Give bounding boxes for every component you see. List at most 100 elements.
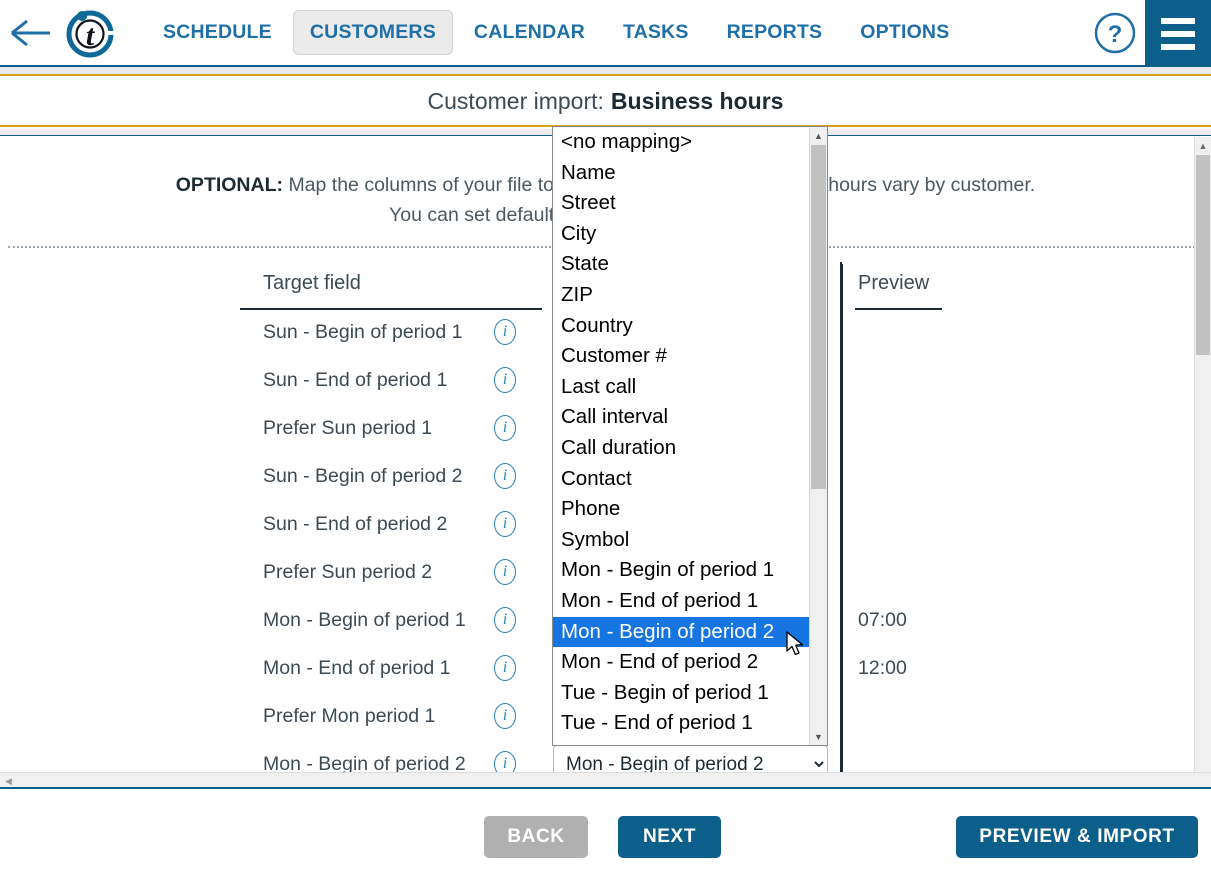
- nav-item-reports[interactable]: REPORTS: [710, 10, 840, 55]
- dropdown-option[interactable]: Contact: [553, 464, 809, 495]
- dropdown-options[interactable]: <no mapping> Name Street City State ZIP Countr…: [553, 127, 809, 745]
- nav-item-options[interactable]: OPTIONS: [843, 10, 966, 55]
- preview-header-underline: [855, 308, 942, 310]
- dropdown-option[interactable]: Last call: [553, 372, 809, 403]
- page-title: Customer import: Business hours: [0, 78, 1211, 127]
- info-icon[interactable]: i: [494, 703, 516, 729]
- info-icon[interactable]: i: [494, 511, 516, 537]
- dropdown-option[interactable]: Street: [553, 188, 809, 219]
- dropdown-option[interactable]: Name: [553, 158, 809, 189]
- preview-cell: [840, 452, 1211, 500]
- preview-cell: [840, 548, 1211, 596]
- dropdown-option[interactable]: State: [553, 249, 809, 280]
- info-icon[interactable]: i: [494, 607, 516, 633]
- dropdown-option[interactable]: Customer #: [553, 341, 809, 372]
- dropdown-scroll-thumb[interactable]: [811, 145, 826, 489]
- nav-items: SCHEDULE CUSTOMERS CALENDAR TASKS REPORT…: [146, 10, 966, 55]
- preview-header-label: Preview: [858, 272, 930, 294]
- info-icon-glyph: i: [494, 511, 516, 537]
- target-field-cell: Prefer Mon period 1 i: [0, 703, 543, 729]
- dropdown-option[interactable]: Mon - Begin of period 1: [553, 555, 809, 586]
- preview-column-rule: [841, 264, 843, 789]
- nav-item-schedule[interactable]: SCHEDULE: [146, 10, 289, 55]
- preview-cell: [840, 500, 1211, 548]
- column-header-preview: Preview: [840, 262, 1211, 310]
- target-field-label: Sun - End of period 1: [263, 368, 448, 391]
- target-field-label: Sun - Begin of period 2: [263, 464, 463, 487]
- target-field-cell: Mon - End of period 1 i: [0, 655, 543, 681]
- dropdown-scrollbar[interactable]: ▲ ▼: [809, 127, 827, 745]
- dropdown-option[interactable]: Call interval: [553, 402, 809, 433]
- target-field-cell: Prefer Sun period 1 i: [0, 415, 543, 441]
- svg-text:?: ?: [1108, 21, 1123, 48]
- preview-cell: 12:00: [840, 644, 1211, 692]
- info-icon[interactable]: i: [494, 319, 516, 345]
- top-navigation-bar: t SCHEDULE CUSTOMERS CALENDAR TASKS REPO…: [0, 0, 1211, 67]
- target-field-label: Prefer Mon period 1: [263, 704, 436, 727]
- dropdown-option[interactable]: Mon - End of period 1: [553, 586, 809, 617]
- info-icon[interactable]: i: [494, 367, 516, 393]
- page-vertical-scrollbar[interactable]: ▲ ▼: [1194, 137, 1211, 789]
- info-icon-glyph: i: [494, 367, 516, 393]
- dropdown-option[interactable]: City: [553, 219, 809, 250]
- dropdown-option[interactable]: <no mapping>: [553, 127, 809, 158]
- dropdown-scroll-up-icon[interactable]: ▲: [810, 127, 827, 144]
- page-title-main: Business hours: [610, 88, 784, 114]
- target-field-cell: Sun - End of period 2 i: [0, 511, 543, 537]
- target-field-cell: Mon - Begin of period 1 i: [0, 607, 543, 633]
- info-icon-glyph: i: [494, 655, 516, 681]
- preview-cell: 07:00: [840, 596, 1211, 644]
- dropdown-option[interactable]: Country: [553, 311, 809, 342]
- preview-cell: [840, 692, 1211, 740]
- info-icon[interactable]: i: [494, 559, 516, 585]
- next-button[interactable]: NEXT: [618, 816, 721, 858]
- target-field-cell: Prefer Sun period 2 i: [0, 559, 543, 585]
- info-icon[interactable]: i: [494, 463, 516, 489]
- target-field-label: Sun - Begin of period 1: [263, 320, 463, 343]
- page-horizontal-scrollbar[interactable]: ◀: [0, 772, 1211, 789]
- target-header-underline: [240, 308, 542, 310]
- dropdown-option[interactable]: ZIP: [553, 280, 809, 311]
- column-header-target: Target field: [0, 272, 543, 300]
- target-field-cell: Sun - Begin of period 2 i: [0, 463, 543, 489]
- footer-actions: BACK NEXT PREVIEW & IMPORT: [0, 789, 1211, 885]
- info-icon-glyph: i: [494, 415, 516, 441]
- dropdown-option[interactable]: Tue - End of period 1: [553, 708, 809, 739]
- brand-t-logo[interactable]: t: [62, 5, 118, 61]
- dropdown-option[interactable]: Mon - Begin of period 2: [553, 616, 809, 648]
- nav-item-customers[interactable]: CUSTOMERS: [292, 10, 453, 55]
- page-title-prefix: Customer import:: [427, 88, 604, 114]
- mouse-pointer-cursor: [786, 631, 806, 662]
- nav-item-calendar[interactable]: CALENDAR: [457, 10, 602, 55]
- question-mark-icon[interactable]: ?: [1093, 11, 1137, 55]
- hamburger-menu-icon[interactable]: [1145, 0, 1211, 67]
- preview-cell: [840, 308, 1211, 356]
- info-icon[interactable]: i: [494, 415, 516, 441]
- back-button[interactable]: BACK: [484, 816, 588, 858]
- preview-import-button[interactable]: PREVIEW & IMPORT: [956, 816, 1198, 858]
- preview-cell: [840, 404, 1211, 452]
- target-field-cell: Sun - Begin of period 1 i: [0, 319, 543, 345]
- dropdown-option[interactable]: Mon - End of period 2: [553, 647, 809, 678]
- target-field-label: Sun - End of period 2: [263, 512, 448, 535]
- dropdown-option[interactable]: Call duration: [553, 433, 809, 464]
- info-icon-glyph: i: [494, 703, 516, 729]
- dropdown-option[interactable]: Symbol: [553, 525, 809, 556]
- dropdown-scroll-down-icon[interactable]: ▼: [810, 728, 827, 745]
- title-top-band: [0, 67, 1211, 76]
- info-icon-glyph: i: [494, 463, 516, 489]
- dropdown-option[interactable]: Tue - Begin of period 1: [553, 678, 809, 709]
- target-field-label: Prefer Sun period 2: [263, 560, 433, 583]
- target-field-label: Prefer Sun period 1: [263, 416, 433, 439]
- info-icon[interactable]: i: [494, 655, 516, 681]
- nav-item-tasks[interactable]: TASKS: [606, 10, 706, 55]
- scroll-up-icon[interactable]: ▲: [1195, 137, 1211, 154]
- optional-label: OPTIONAL:: [175, 174, 284, 196]
- info-icon-glyph: i: [494, 559, 516, 585]
- dropdown-option[interactable]: Phone: [553, 494, 809, 525]
- scroll-left-icon[interactable]: ◀: [0, 773, 17, 790]
- preview-cell: [840, 356, 1211, 404]
- target-field-label: Mon - End of period 1: [263, 656, 451, 679]
- vertical-scroll-thumb[interactable]: [1196, 155, 1210, 355]
- back-arrow-icon[interactable]: [0, 0, 62, 66]
